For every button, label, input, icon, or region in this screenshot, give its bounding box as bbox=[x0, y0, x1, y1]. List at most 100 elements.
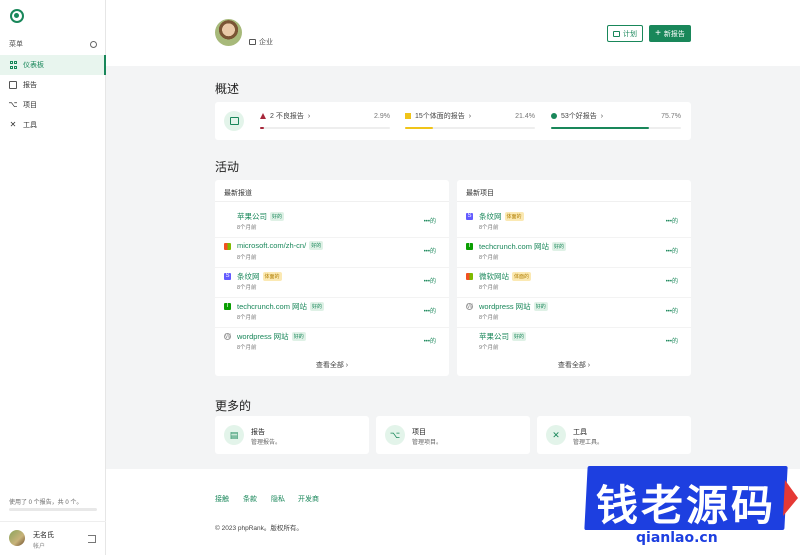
item-time: 8个月前 bbox=[479, 225, 499, 231]
usage-bar bbox=[9, 508, 97, 511]
more-menu[interactable]: •••的 bbox=[424, 276, 436, 285]
sidebar-item-dashboard[interactable]: 仪表板 bbox=[0, 55, 106, 75]
globe-icon[interactable] bbox=[90, 40, 97, 48]
more-menu[interactable]: •••的 bbox=[666, 276, 678, 285]
list-item[interactable]: T techcrunch.com 网站 好的 8个月前 •••的 bbox=[215, 300, 449, 330]
status-badge: 好的 bbox=[291, 332, 306, 341]
microsoft-icon bbox=[466, 273, 473, 280]
techcrunch-icon: T bbox=[466, 243, 473, 250]
more-card-desc: 管理报告。 bbox=[251, 440, 282, 446]
footer-link-contact[interactable]: 接触 bbox=[215, 494, 229, 504]
menu-header: 菜单 bbox=[9, 39, 97, 49]
status-badge: 体面的 bbox=[512, 272, 532, 281]
item-title[interactable]: wordpress 网站 bbox=[237, 331, 289, 342]
item-time: 8个月前 bbox=[237, 255, 257, 261]
sidebar-nav: 仪表板 报告 ⌥ 项目 ✕ 工具 bbox=[0, 55, 106, 135]
item-title[interactable]: 苹果公司 bbox=[479, 331, 509, 342]
chevron-right-icon: › bbox=[307, 112, 311, 120]
stripe-icon: S bbox=[466, 213, 473, 220]
footer-link-terms[interactable]: 条款 bbox=[243, 494, 257, 504]
stat-bar-fill bbox=[551, 127, 650, 129]
plan-label: 计划 bbox=[623, 30, 637, 38]
list-item[interactable]: microsoft.com/zh-cn/好的 8个月前 •••的 bbox=[215, 240, 449, 270]
list-item[interactable]: T techcrunch.com 网站 好的 8个月前 •••的 bbox=[457, 240, 691, 270]
project-icon: ⌥ bbox=[8, 100, 18, 109]
list-item[interactable]: W wordpress 网站 好的 8个月前 •••的 bbox=[457, 300, 691, 330]
more-card-tools[interactable]: ✕ 工具 管理工具。 bbox=[537, 416, 691, 454]
overview-title: 概述 bbox=[215, 82, 240, 96]
techcrunch-icon: T bbox=[224, 303, 231, 310]
plan-icon bbox=[613, 30, 620, 37]
item-time: 8个月前 bbox=[237, 225, 257, 231]
activity-title: 活动 bbox=[215, 160, 240, 174]
tools-icon: ✕ bbox=[546, 425, 566, 445]
stat-bar bbox=[551, 127, 681, 129]
logo[interactable] bbox=[10, 9, 24, 23]
item-title[interactable]: 条纹网 bbox=[479, 211, 502, 222]
item-title[interactable]: techcrunch.com 网站 bbox=[237, 301, 307, 312]
watermark-url: qianlao.cn bbox=[636, 530, 718, 546]
more-card-reports[interactable]: ▤ 报告 管理报告。 bbox=[215, 416, 369, 454]
more-menu[interactable]: •••的 bbox=[666, 246, 678, 255]
list-item[interactable]: 苹果公司 好的 8个月前 •••的 bbox=[215, 210, 449, 240]
more-card-title: 工具 bbox=[573, 429, 587, 436]
card-header: 最新报道 bbox=[224, 190, 252, 197]
project-icon: ⌥ bbox=[385, 425, 405, 445]
more-menu[interactable]: •••的 bbox=[424, 246, 436, 255]
sidebar: 菜单 仪表板 报告 ⌥ 项目 ✕ 工具 使用了 0 个报告，共 0 个。 无名氏… bbox=[0, 0, 106, 555]
user-panel[interactable]: 无名氏 帐户 bbox=[0, 521, 106, 555]
more-menu[interactable]: •••的 bbox=[666, 306, 678, 315]
stat-label: 53个好报告 bbox=[561, 113, 597, 120]
list-item[interactable]: 苹果公司 好的 9个月前 •••的 bbox=[466, 330, 682, 360]
item-title[interactable]: 条纹网 bbox=[237, 271, 260, 282]
more-menu[interactable]: •••的 bbox=[424, 216, 436, 225]
more-menu[interactable]: •••的 bbox=[424, 336, 436, 345]
list-item[interactable]: S 条纹网 体面的 8个月前 •••的 bbox=[457, 210, 691, 240]
stat-bad[interactable]: 2 不良报告 › 2.9% bbox=[260, 111, 390, 129]
stat-decent[interactable]: 15个体面的报告 › 21.4% bbox=[405, 111, 535, 129]
plus-icon: + bbox=[655, 27, 661, 39]
status-badge: 体面的 bbox=[504, 212, 524, 221]
calendar-icon bbox=[249, 39, 256, 45]
more-menu[interactable]: •••的 bbox=[666, 336, 678, 345]
item-time: 8个月前 bbox=[237, 315, 257, 321]
new-report-label: 新报告 bbox=[663, 30, 685, 38]
watermark: 钱老源码 qianlao.cn bbox=[584, 462, 800, 555]
status-badge: 体面的 bbox=[262, 272, 282, 281]
more-card-desc: 管理项目。 bbox=[412, 440, 443, 446]
report-icon bbox=[224, 111, 244, 131]
wordpress-icon: W bbox=[224, 333, 231, 340]
report-icon: ▤ bbox=[224, 425, 244, 445]
status-badge: 好的 bbox=[533, 302, 548, 311]
item-title[interactable]: 苹果公司 bbox=[237, 211, 267, 222]
logout-icon[interactable] bbox=[88, 535, 96, 543]
new-report-button[interactable]: + 新报告 bbox=[649, 25, 691, 42]
view-all-link[interactable]: 查看全部 › bbox=[215, 360, 449, 370]
more-menu[interactable]: •••的 bbox=[424, 306, 436, 315]
wordpress-icon: W bbox=[466, 303, 473, 310]
avatar bbox=[215, 19, 242, 46]
item-title[interactable]: wordpress 网站 bbox=[479, 301, 531, 312]
list-item[interactable]: 微软网站 体面的 8个月前 •••的 bbox=[457, 270, 691, 300]
item-time: 8个月前 bbox=[237, 345, 257, 351]
item-title[interactable]: 微软网站 bbox=[479, 271, 509, 282]
more-menu[interactable]: •••的 bbox=[666, 216, 678, 225]
item-title[interactable]: microsoft.com/zh-cn/ bbox=[237, 241, 306, 250]
avatar bbox=[9, 530, 25, 546]
list-item[interactable]: W wordpress 网站 好的 8个月前 •••的 bbox=[224, 330, 440, 360]
list-item[interactable]: S 条纹网 体面的 8个月前 •••的 bbox=[215, 270, 449, 300]
more-card-projects[interactable]: ⌥ 项目 管理项目。 bbox=[376, 416, 530, 454]
item-time: 8个月前 bbox=[479, 255, 499, 261]
item-title[interactable]: techcrunch.com 网站 bbox=[479, 241, 549, 252]
stat-good[interactable]: 53个好报告 › 75.7% bbox=[551, 111, 681, 129]
sidebar-item-tools[interactable]: ✕ 工具 bbox=[0, 115, 106, 135]
plan-button[interactable]: 计划 bbox=[607, 25, 643, 42]
sidebar-item-projects[interactable]: ⌥ 项目 bbox=[0, 95, 106, 115]
chevron-right-icon: › bbox=[600, 112, 604, 120]
footer-link-developers[interactable]: 开发商 bbox=[298, 494, 319, 504]
more-title: 更多的 bbox=[215, 399, 252, 413]
footer-link-privacy[interactable]: 隐私 bbox=[271, 494, 285, 504]
sidebar-item-reports[interactable]: 报告 bbox=[0, 75, 106, 95]
stat-label: 15个体面的报告 bbox=[415, 113, 465, 120]
view-all-link[interactable]: 查看全部 › bbox=[457, 360, 691, 370]
